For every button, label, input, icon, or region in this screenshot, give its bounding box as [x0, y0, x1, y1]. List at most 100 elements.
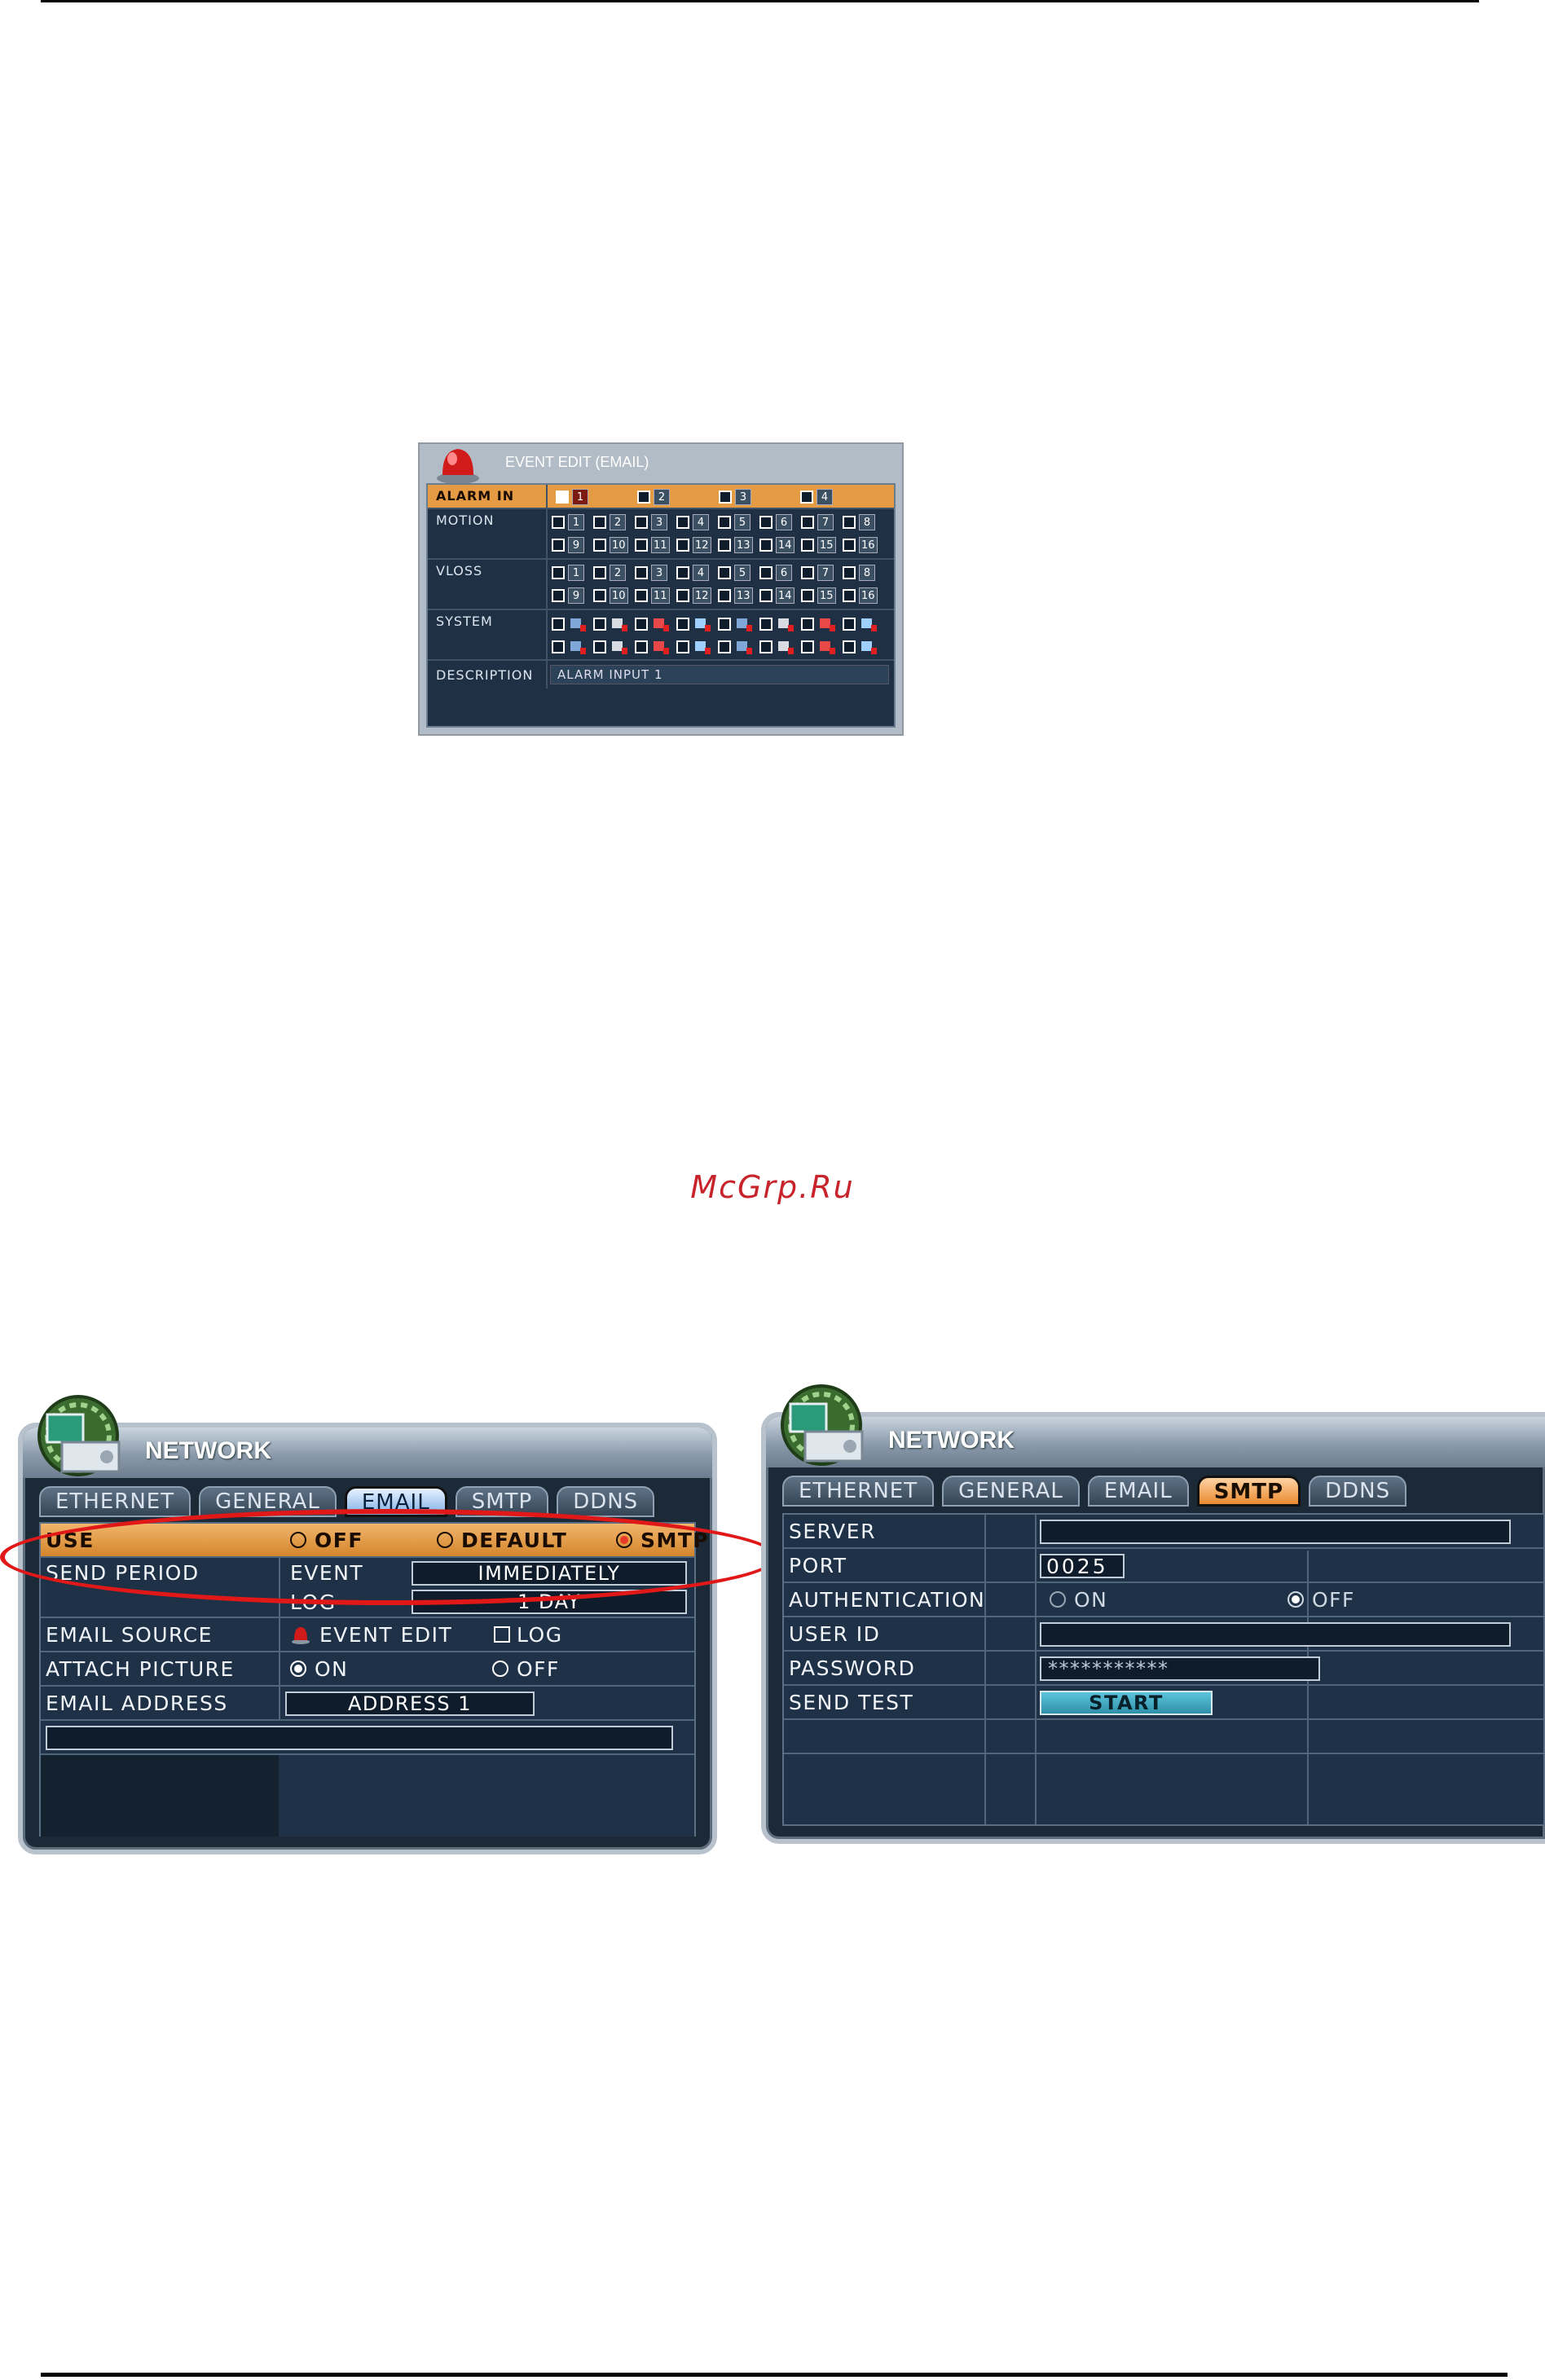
- vloss-channel-10[interactable]: 10: [593, 587, 628, 604]
- system-event-icon: [612, 641, 627, 654]
- network-smtp-panel: NETWORK ETHERNET GENERAL EMAIL SMTP DDNS…: [761, 1384, 1545, 1844]
- tab-email[interactable]: EMAIL: [1087, 1476, 1189, 1507]
- server-input[interactable]: [1040, 1520, 1511, 1544]
- start-button[interactable]: START: [1040, 1691, 1213, 1715]
- tab-ethernet[interactable]: ETHERNET: [39, 1486, 191, 1517]
- vloss-channel-5[interactable]: 5: [718, 565, 750, 581]
- tab-ddns[interactable]: DDNS: [1309, 1476, 1407, 1507]
- system-event-icon: [861, 641, 877, 654]
- system-event-icon: [570, 618, 586, 631]
- attach-picture-row: ATTACH PICTURE ON OFF: [41, 1652, 694, 1687]
- password-row: PASSWORD ***********: [784, 1652, 1543, 1686]
- system-event-6[interactable]: [759, 615, 795, 633]
- vloss-channel-6[interactable]: 6: [759, 565, 792, 581]
- page-top-rule: [41, 0, 1479, 2]
- vloss-channel-4[interactable]: 4: [676, 565, 709, 581]
- annotation-ellipse: [0, 1509, 778, 1605]
- vloss-row: VLOSS 1 2 3 4 5 6 7 8 9 10 11 12 13 14 15 16: [428, 560, 894, 610]
- system-event-8[interactable]: [843, 615, 878, 633]
- smtp-settings-grid: SERVER PORT 0025 AUTHENTICATION ON OFF U…: [782, 1513, 1545, 1826]
- vloss-channel-1[interactable]: 1: [552, 565, 584, 581]
- motion-channel-15[interactable]: 15: [801, 537, 836, 553]
- motion-channel-16[interactable]: 16: [843, 537, 878, 553]
- vloss-channel-14[interactable]: 14: [759, 587, 795, 604]
- system-event-icon: [737, 641, 752, 654]
- alarm-in-1[interactable]: 1: [556, 489, 588, 505]
- system-event-1[interactable]: [552, 615, 588, 633]
- email-source-row: EMAIL SOURCE EVENT EDIT LOG: [41, 1618, 694, 1652]
- event-edit-link[interactable]: EVENT EDIT: [285, 1618, 452, 1651]
- system-event-10[interactable]: [593, 638, 629, 656]
- tab-ethernet[interactable]: ETHERNET: [782, 1476, 935, 1507]
- motion-channel-7[interactable]: 7: [801, 514, 834, 530]
- port-input[interactable]: 0025: [1040, 1554, 1125, 1578]
- tab-ddns[interactable]: DDNS: [557, 1486, 655, 1517]
- system-row: SYSTEM: [428, 610, 894, 661]
- vloss-label: VLOSS: [436, 563, 483, 579]
- port-row: PORT 0025: [784, 1549, 1543, 1583]
- motion-channel-8[interactable]: 8: [843, 514, 875, 530]
- system-event-16[interactable]: [843, 638, 878, 656]
- siren-icon: [437, 449, 479, 484]
- event-edit-body: ALARM IN 1 2 3 4 MOTION 1 2 3 4 5 6 7 8 9 10 11 12 1…: [426, 483, 896, 728]
- system-event-11[interactable]: [635, 638, 671, 656]
- alarm-in-4[interactable]: 4: [800, 489, 833, 505]
- tab-general[interactable]: GENERAL: [942, 1476, 1080, 1507]
- log-checkbox[interactable]: LOG: [489, 1618, 563, 1651]
- auth-off-radio[interactable]: OFF: [1283, 1583, 1355, 1616]
- email-address-select[interactable]: ADDRESS 1: [285, 1692, 535, 1716]
- motion-channel-11[interactable]: 11: [635, 537, 670, 553]
- system-event-14[interactable]: [759, 638, 795, 656]
- system-event-4[interactable]: [676, 615, 712, 633]
- motion-channel-5[interactable]: 5: [718, 514, 750, 530]
- motion-channel-1[interactable]: 1: [552, 514, 584, 530]
- server-label: SERVER: [789, 1519, 876, 1543]
- motion-channel-13[interactable]: 13: [718, 537, 753, 553]
- email-panel-title: NETWORK: [145, 1437, 271, 1464]
- vloss-channel-16[interactable]: 16: [843, 587, 878, 604]
- system-event-12[interactable]: [676, 638, 712, 656]
- send-test-row: SEND TEST START: [784, 1686, 1543, 1720]
- motion-channel-6[interactable]: 6: [759, 514, 792, 530]
- vloss-channel-12[interactable]: 12: [676, 587, 711, 604]
- email-address-input[interactable]: [46, 1726, 673, 1750]
- motion-channel-9[interactable]: 9: [552, 537, 584, 553]
- system-event-5[interactable]: [718, 615, 754, 633]
- motion-row: MOTION 1 2 3 4 5 6 7 8 9 10 11 12 13 14 15 16: [428, 509, 894, 560]
- attach-off-radio[interactable]: OFF: [487, 1652, 560, 1685]
- motion-channel-10[interactable]: 10: [593, 537, 628, 553]
- vloss-channel-13[interactable]: 13: [718, 587, 753, 604]
- motion-channel-14[interactable]: 14: [759, 537, 795, 553]
- system-event-3[interactable]: [635, 615, 671, 633]
- vloss-channel-8[interactable]: 8: [843, 565, 875, 581]
- system-event-15[interactable]: [801, 638, 837, 656]
- user-id-input[interactable]: [1040, 1622, 1511, 1647]
- system-event-icon: [695, 618, 711, 631]
- tab-smtp[interactable]: SMTP: [1196, 1476, 1301, 1507]
- smtp-empty-row: [784, 1720, 1543, 1754]
- motion-channel-3[interactable]: 3: [635, 514, 667, 530]
- attach-on-radio[interactable]: ON: [285, 1652, 348, 1685]
- password-input[interactable]: ***********: [1040, 1656, 1320, 1681]
- vloss-channel-7[interactable]: 7: [801, 565, 834, 581]
- system-event-icon: [695, 641, 711, 654]
- alarm-in-2[interactable]: 2: [637, 489, 670, 505]
- vloss-channel-2[interactable]: 2: [593, 565, 626, 581]
- motion-channel-4[interactable]: 4: [676, 514, 709, 530]
- alarm-in-3[interactable]: 3: [719, 489, 751, 505]
- vloss-channel-3[interactable]: 3: [635, 565, 667, 581]
- system-event-9[interactable]: [552, 638, 588, 656]
- smtp-panel-tabs: ETHERNET GENERAL EMAIL SMTP DDNS: [782, 1476, 1407, 1508]
- auth-on-radio[interactable]: ON: [1045, 1583, 1107, 1616]
- motion-label: MOTION: [436, 513, 495, 528]
- system-event-7[interactable]: [801, 615, 837, 633]
- description-field[interactable]: ALARM INPUT 1: [550, 665, 889, 684]
- vloss-channel-11[interactable]: 11: [635, 587, 670, 604]
- system-event-2[interactable]: [593, 615, 629, 633]
- alarm-in-label: ALARM IN: [436, 488, 515, 504]
- motion-channel-2[interactable]: 2: [593, 514, 626, 530]
- system-event-13[interactable]: [718, 638, 754, 656]
- motion-channel-12[interactable]: 12: [676, 537, 711, 553]
- vloss-channel-15[interactable]: 15: [801, 587, 836, 604]
- vloss-channel-9[interactable]: 9: [552, 587, 584, 604]
